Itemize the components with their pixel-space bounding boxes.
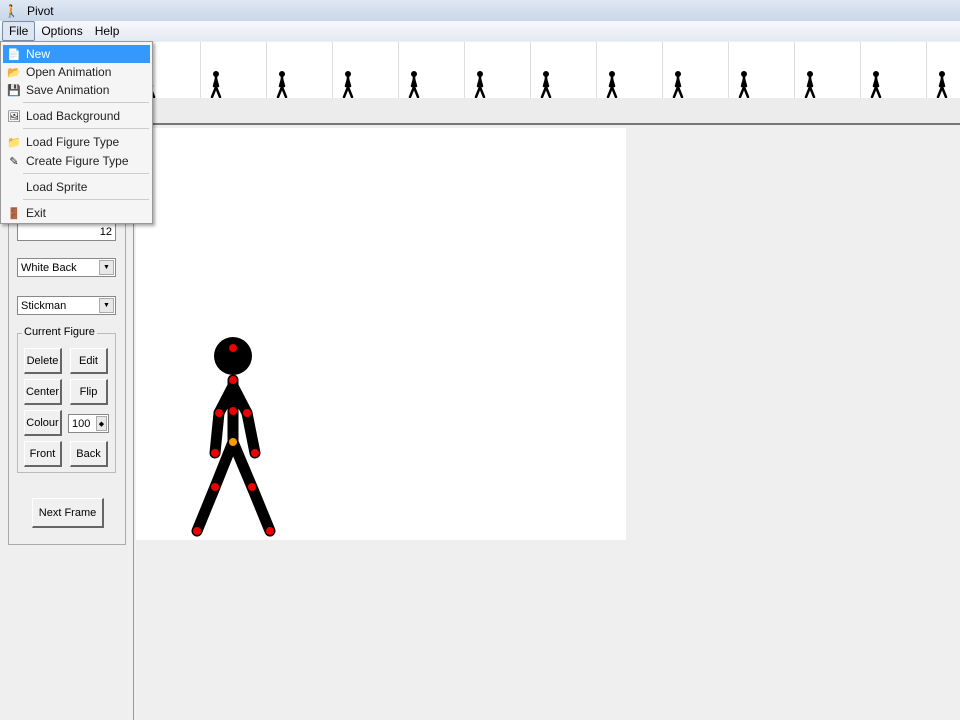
animation-canvas[interactable] — [136, 128, 626, 540]
menu-item-save-animation[interactable]: 💾 Save Animation — [3, 81, 150, 99]
center-button[interactable]: Center — [24, 379, 62, 405]
blank-icon — [6, 180, 22, 194]
chevron-down-icon[interactable]: ▼ — [99, 260, 114, 275]
frame-thumbnail[interactable] — [464, 42, 530, 98]
stickman-thumbnail-icon — [870, 71, 882, 98]
frame-thumbnail[interactable] — [794, 42, 860, 98]
menu-item-label: Save Animation — [26, 83, 110, 97]
menu-item-label: Create Figure Type — [26, 154, 129, 168]
new-page-icon: 📄 — [7, 48, 21, 61]
frame-thumbnail[interactable] — [266, 42, 332, 98]
stickman-thumbnail-icon — [474, 71, 486, 98]
edit-button[interactable]: Edit — [70, 348, 108, 374]
speed-field[interactable]: 12 — [17, 222, 116, 241]
stickman-thumbnail-icon — [936, 71, 948, 98]
background-select-value: White Back — [21, 261, 77, 274]
stickman-thumbnail-icon — [276, 71, 288, 98]
delete-button[interactable]: Delete — [24, 348, 62, 374]
frame-thumbnail[interactable] — [332, 42, 398, 98]
menu-item-open-animation[interactable]: 📂 Open Animation — [3, 63, 150, 81]
menu-separator — [23, 128, 149, 129]
frame-thumbnail[interactable] — [728, 42, 794, 98]
menu-item-new[interactable]: 📄 New — [3, 45, 150, 63]
menu-options[interactable]: Options — [35, 22, 88, 40]
frame-thumbnail[interactable] — [596, 42, 662, 98]
menu-item-label: Open Animation — [26, 65, 112, 79]
chevron-down-icon[interactable]: ▼ — [99, 298, 114, 313]
frame-thumbnail[interactable] — [926, 42, 960, 98]
window-title: Pivot — [26, 3, 54, 18]
colour-button[interactable]: Colour — [24, 410, 62, 436]
menu-item-label: Load Background — [26, 109, 121, 123]
back-button[interactable]: Back — [70, 441, 108, 467]
menu-item-exit[interactable]: 🚪 Exit — [3, 204, 150, 222]
menu-bar: File Options Help — [0, 21, 960, 41]
menu-item-load-sprite[interactable]: Load Sprite — [3, 178, 150, 196]
next-frame-button[interactable]: Next Frame — [32, 498, 104, 528]
menu-file[interactable]: File — [2, 21, 36, 41]
menu-item-label: Exit — [26, 206, 47, 220]
alpha-spinner[interactable]: 100 ◆ — [68, 414, 109, 433]
front-button[interactable]: Front — [24, 441, 62, 467]
stickman-thumbnail-icon — [210, 71, 222, 98]
frame-thumbnail[interactable] — [200, 42, 266, 98]
figure-type-icon: 📁 — [7, 136, 21, 149]
exit-icon: 🚪 — [7, 207, 21, 220]
menu-item-label: New — [26, 47, 51, 61]
stickman-thumbnail-icon — [804, 71, 816, 98]
alpha-value: 100 — [72, 417, 91, 430]
stickman-thumbnail-icon — [738, 71, 750, 98]
stickman-thumbnail-icon — [408, 71, 420, 98]
menu-help[interactable]: Help — [89, 22, 126, 40]
stickman-thumbnail-icon — [540, 71, 552, 98]
background-select[interactable]: White Back ▼ — [17, 258, 116, 277]
stickman-thumbnail-icon — [606, 71, 618, 98]
menu-item-load-figure-type[interactable]: 📁 Load Figure Type — [3, 133, 150, 151]
open-icon: 📂 — [7, 66, 21, 79]
menu-separator — [23, 102, 149, 103]
frame-thumbnail[interactable] — [398, 42, 464, 98]
spinner-arrows-icon[interactable]: ◆ — [96, 416, 107, 431]
menu-item-create-figure-type[interactable]: ✎ Create Figure Type — [3, 152, 150, 170]
menu-separator — [23, 173, 149, 174]
frame-thumbnail[interactable] — [530, 42, 596, 98]
title-bar: 🚶 Pivot — [0, 0, 960, 21]
file-menu-dropdown: 📄 New 📂 Open Animation 💾 Save Animation 🖼 Load … — [0, 41, 153, 224]
figure-select-value: Stickman — [21, 299, 67, 312]
menu-item-label: Load Sprite — [26, 180, 88, 194]
figure-select[interactable]: Stickman ▼ — [17, 296, 116, 315]
create-figure-icon: ✎ — [9, 155, 19, 168]
save-icon: 💾 — [7, 84, 21, 97]
frame-thumbnail[interactable] — [860, 42, 926, 98]
flip-button[interactable]: Flip — [70, 379, 108, 405]
current-figure-label: Current Figure — [22, 326, 97, 338]
menu-item-load-background[interactable]: 🖼 Load Background — [3, 107, 150, 125]
app-icon: 🚶 — [4, 3, 19, 18]
background-icon: 🖼 — [7, 110, 21, 123]
menu-separator — [23, 199, 149, 200]
stickman-thumbnail-icon — [342, 71, 354, 98]
stickman-figure[interactable] — [136, 128, 626, 540]
stickman-thumbnail-icon — [672, 71, 684, 98]
frame-thumbnail[interactable] — [662, 42, 728, 98]
menu-item-label: Load Figure Type — [26, 135, 120, 149]
